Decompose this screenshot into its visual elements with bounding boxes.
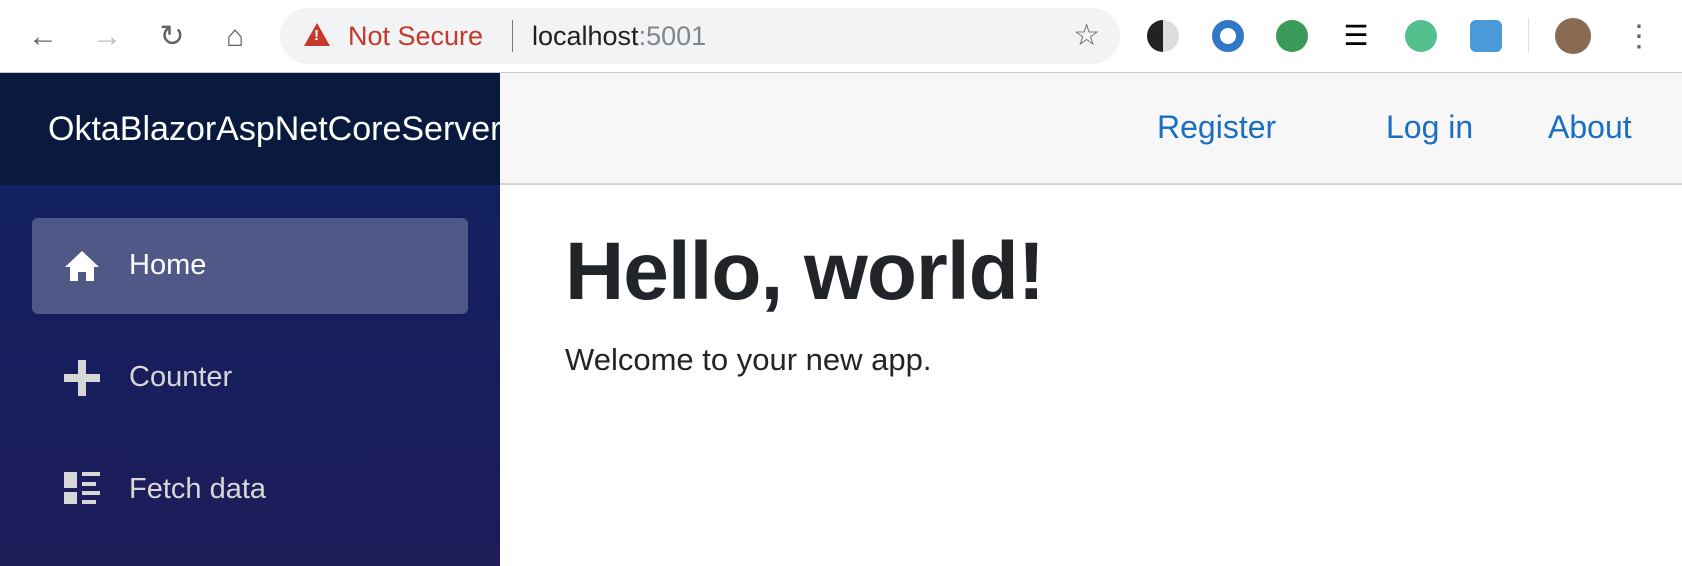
sidebar-item-label: Home: [129, 249, 207, 281]
url-host: localhost: [532, 21, 639, 51]
brand-header: OktaBlazorAspNetCoreServer: [0, 73, 500, 185]
sidebar-item-label: Fetch data: [129, 473, 267, 505]
extension-layers-icon[interactable]: ☰: [1340, 20, 1372, 52]
login-link[interactable]: Log in: [1386, 109, 1473, 146]
menu-icon[interactable]: ⋮: [1622, 20, 1656, 54]
divider: [512, 20, 513, 52]
extension-chat-icon[interactable]: [1276, 20, 1308, 52]
list-icon: [64, 472, 100, 504]
welcome-text: Welcome to your new app.: [565, 342, 932, 377]
warning-icon: [304, 23, 330, 46]
extension-grammarly-icon[interactable]: [1405, 20, 1437, 52]
page-title: Hello, world!: [565, 226, 1045, 317]
sidebar-item-label: Counter: [129, 361, 233, 393]
url-text[interactable]: localhost:5001: [532, 21, 706, 52]
plus-icon: [64, 360, 100, 396]
browser-toolbar: ← → ↻ ⌂ Not Secure localhost:5001 ☆ ☰ ⋮: [0, 0, 1682, 73]
brand-link[interactable]: OktaBlazorAspNetCoreServer: [48, 110, 500, 149]
url-port: :5001: [638, 21, 707, 51]
extension-ring-icon[interactable]: [1212, 20, 1244, 52]
sidebar-item-counter[interactable]: Counter: [32, 330, 468, 426]
toolbar-divider: [1528, 18, 1529, 52]
extension-walkme-icon[interactable]: [1470, 20, 1502, 52]
bookmark-star-icon[interactable]: ☆: [1073, 18, 1100, 53]
forward-icon[interactable]: →: [90, 20, 124, 54]
extension-contrast-icon[interactable]: [1147, 20, 1179, 52]
sidebar: OktaBlazorAspNetCoreServer Home Counter …: [0, 73, 500, 566]
sidebar-item-home[interactable]: Home: [32, 218, 468, 314]
back-icon[interactable]: ←: [26, 20, 60, 54]
home-icon: [65, 251, 99, 281]
sidebar-item-fetch-data[interactable]: Fetch data: [32, 442, 468, 538]
register-link[interactable]: Register: [1157, 109, 1276, 146]
address-bar[interactable]: Not Secure localhost:5001 ☆: [280, 8, 1120, 64]
profile-avatar[interactable]: [1555, 18, 1591, 54]
security-label[interactable]: Not Secure: [348, 21, 483, 52]
top-nav: Register Log in About: [500, 73, 1682, 185]
about-link[interactable]: About: [1548, 109, 1632, 146]
reload-icon[interactable]: ↻: [155, 20, 189, 54]
home-icon[interactable]: ⌂: [218, 20, 252, 54]
